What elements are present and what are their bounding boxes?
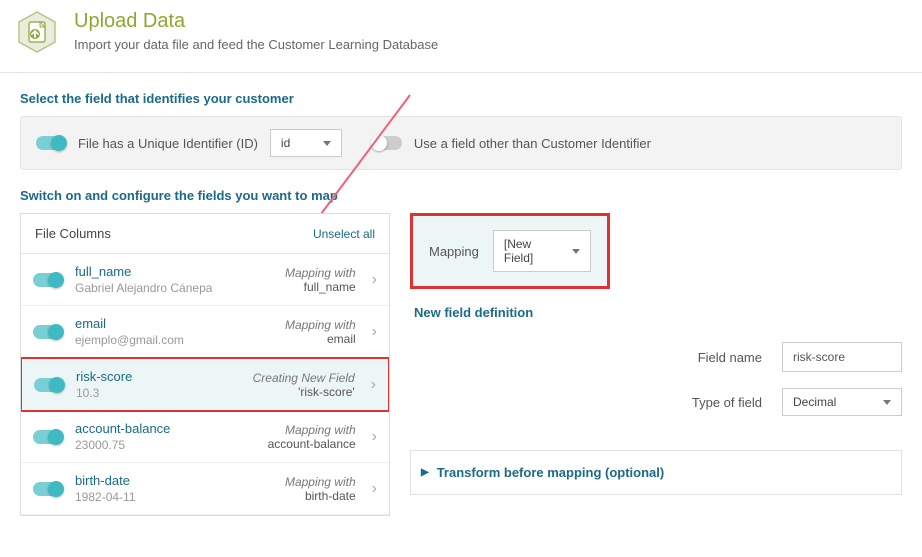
column-sample: 10.3 — [76, 386, 132, 400]
chevron-down-icon — [323, 141, 331, 146]
field-name-input[interactable] — [782, 342, 902, 372]
toggle-column[interactable] — [33, 325, 63, 339]
page-subtitle: Import your data file and feed the Custo… — [74, 37, 438, 52]
section-map-label: Switch on and configure the fields you w… — [0, 170, 922, 213]
mapping-label: Mapping — [429, 244, 479, 259]
chevron-down-icon — [883, 400, 891, 405]
mapping-panel: Mapping [New Field] New field definition… — [410, 213, 902, 495]
new-field-definition-header: New field definition — [410, 289, 902, 334]
toggle-column[interactable] — [33, 273, 63, 287]
toggle-column[interactable] — [34, 378, 64, 392]
column-map-value: email — [285, 332, 356, 346]
column-row-full-name[interactable]: full_name Gabriel Alejandro Cánepa Mappi… — [21, 254, 389, 306]
unique-id-label: File has a Unique Identifier (ID) — [78, 136, 258, 151]
file-columns-list[interactable]: full_name Gabriel Alejandro Cánepa Mappi… — [21, 254, 389, 515]
column-map-value: birth-date — [285, 489, 356, 503]
column-map-label: Mapping with — [285, 475, 356, 489]
mapping-select-value: [New Field] — [504, 237, 554, 265]
column-row-account-balance[interactable]: account-balance 23000.75 Mapping with ac… — [21, 411, 389, 463]
page-title: Upload Data — [74, 10, 438, 33]
column-name: full_name — [75, 264, 212, 279]
column-name: account-balance — [75, 421, 170, 436]
chevron-down-icon — [572, 249, 580, 254]
toggle-other-identifier[interactable] — [372, 136, 402, 150]
toggle-column[interactable] — [33, 430, 63, 444]
transform-label: Transform before mapping (optional) — [437, 465, 665, 480]
transform-accordion[interactable]: ▶ Transform before mapping (optional) — [410, 450, 902, 495]
column-map-label: Mapping with — [285, 318, 356, 332]
type-of-field-label: Type of field — [502, 395, 762, 410]
column-map-value: full_name — [285, 280, 356, 294]
mapping-bar: Mapping [New Field] — [410, 213, 610, 289]
unique-id-select[interactable]: id — [270, 129, 342, 157]
section-identify-label: Select the field that identifies your cu… — [0, 73, 922, 116]
page-header: Upload Data Import your data file and fe… — [0, 0, 922, 73]
chevron-right-icon: › — [368, 428, 377, 446]
column-map-label: Mapping with — [285, 266, 356, 280]
column-sample: Gabriel Alejandro Cánepa — [75, 281, 212, 295]
file-columns-title: File Columns — [35, 226, 111, 241]
unselect-all-link[interactable]: Unselect all — [313, 227, 375, 241]
identifier-row: File has a Unique Identifier (ID) id Use… — [20, 116, 902, 170]
column-row-birth-date[interactable]: birth-date 1982-04-11 Mapping with birth… — [21, 463, 389, 515]
toggle-unique-id[interactable] — [36, 136, 66, 150]
column-name: birth-date — [75, 473, 136, 488]
file-columns-panel: File Columns Unselect all full_name Gabr… — [20, 213, 390, 516]
column-map-value: account-balance — [268, 437, 356, 451]
triangle-right-icon: ▶ — [421, 467, 429, 478]
column-sample: 23000.75 — [75, 438, 170, 452]
mapping-select[interactable]: [New Field] — [493, 230, 591, 272]
other-identifier-label: Use a field other than Customer Identifi… — [414, 136, 651, 151]
field-name-label: Field name — [502, 350, 762, 365]
column-row-email[interactable]: email ejemplo@gmail.com Mapping with ema… — [21, 306, 389, 358]
toggle-column[interactable] — [33, 482, 63, 496]
type-of-field-select[interactable]: Decimal — [782, 388, 902, 416]
column-sample: 1982-04-11 — [75, 490, 136, 504]
column-row-risk-score[interactable]: risk-score 10.3 Creating New Field 'risk… — [21, 357, 389, 412]
column-sample: ejemplo@gmail.com — [75, 333, 184, 347]
chevron-right-icon: › — [368, 271, 377, 289]
chevron-right-icon: › — [368, 480, 377, 498]
chevron-right-icon: › — [367, 376, 376, 394]
unique-id-select-value: id — [281, 136, 290, 150]
column-map-label: Creating New Field — [253, 371, 355, 385]
chevron-right-icon: › — [368, 323, 377, 341]
column-map-value: 'risk-score' — [253, 385, 355, 399]
column-name: risk-score — [76, 369, 132, 384]
column-name: email — [75, 316, 184, 331]
column-map-label: Mapping with — [268, 423, 356, 437]
upload-hex-icon — [15, 10, 59, 54]
type-of-field-value: Decimal — [793, 395, 836, 409]
